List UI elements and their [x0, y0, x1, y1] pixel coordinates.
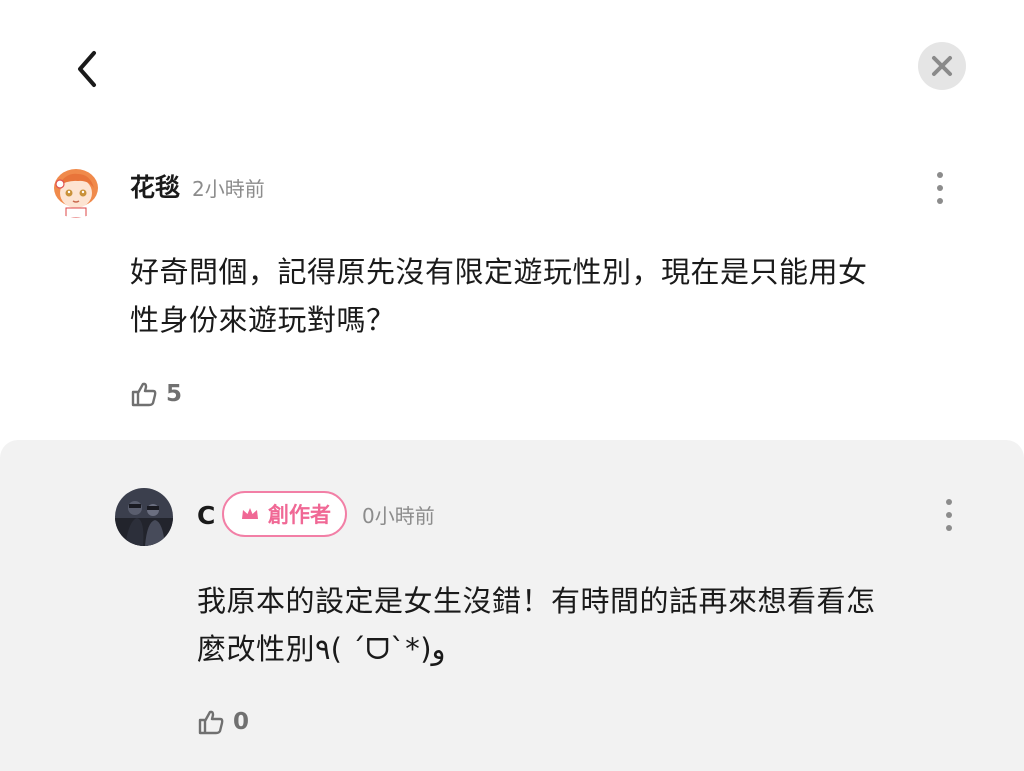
more-dots-icon: [946, 499, 952, 505]
reply-like-count: 0: [233, 709, 250, 735]
comment-time: 2小時前: [192, 177, 265, 201]
reply-text: 我原本的設定是女生沒錯！有時間的話再來想看看怎 麼改性別٩( ˊᗜˋ*)و: [197, 577, 876, 673]
comment-text-line: 好奇問個，記得原先沒有限定遊玩性別，現在是只能用女: [130, 255, 868, 289]
reply-like-button[interactable]: 0: [197, 708, 249, 736]
comment-like-count: 5: [166, 381, 183, 407]
reply-text-line: 我原本的設定是女生沒錯！有時間的話再來想看看怎: [197, 584, 876, 618]
chevron-left-icon: [78, 51, 96, 87]
avatar[interactable]: [48, 162, 104, 218]
comment-text: 好奇問個，記得原先沒有限定遊玩性別，現在是只能用女 性身份來遊玩對嗎？: [130, 248, 868, 344]
crown-icon: [242, 508, 258, 519]
more-dots-icon: [937, 172, 943, 178]
comment-more-button[interactable]: [920, 166, 960, 210]
close-icon: [932, 56, 952, 76]
back-button[interactable]: [62, 44, 112, 94]
comment-sheet: 花毯 2小時前 好奇問個，記得原先沒有限定遊玩性別，現在是只能用女 性身份來遊玩…: [0, 0, 1024, 771]
comment-text-line: 性身份來遊玩對嗎？: [130, 303, 396, 337]
reply-text-line: 麼改性別٩( ˊᗜˋ*)و: [197, 632, 446, 666]
reply-author[interactable]: C: [197, 501, 215, 531]
creator-badge-label: 創作者: [268, 503, 331, 527]
close-button[interactable]: [918, 42, 966, 90]
thumbs-up-icon: [131, 382, 157, 407]
creator-badge: 創作者: [222, 491, 347, 537]
reply-time: 0小時前: [362, 504, 435, 528]
comment-author[interactable]: 花毯: [130, 173, 180, 203]
thumbs-up-icon: [198, 710, 224, 735]
reply-avatar[interactable]: [115, 488, 173, 546]
comment-like-button[interactable]: 5: [130, 380, 182, 408]
reply-more-button[interactable]: [929, 493, 969, 537]
